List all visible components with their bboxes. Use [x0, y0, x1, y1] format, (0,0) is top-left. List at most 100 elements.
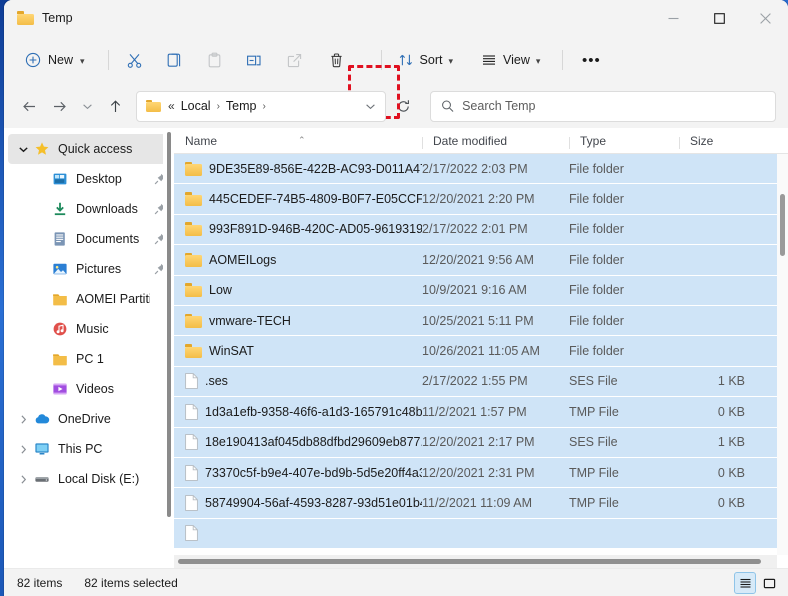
trash-icon [328, 52, 345, 69]
breadcrumb-list: « Local › Temp › [164, 99, 359, 113]
chevron-right-icon[interactable] [14, 434, 32, 464]
minimize-button[interactable] [650, 0, 696, 36]
file-list-hscrollbar-thumb[interactable] [178, 559, 761, 564]
back-button[interactable] [14, 91, 44, 121]
cell-date-modified: 10/25/2021 5:11 PM [422, 314, 569, 328]
command-bar: New ▾ [4, 36, 788, 84]
new-button[interactable]: New ▾ [16, 44, 96, 76]
twisty-placeholder [32, 224, 50, 254]
copy-button[interactable] [155, 44, 195, 76]
sidebar-item-label: Quick access [58, 142, 150, 156]
view-button[interactable]: View ▾ [473, 44, 548, 76]
delete-button[interactable] [317, 44, 357, 76]
sidebar-item-videos[interactable]: Videos [8, 374, 170, 404]
rename-icon [246, 52, 264, 69]
sidebar-item-label: OneDrive [58, 412, 150, 426]
sidebar-item-label: Videos [76, 382, 150, 396]
file-name: 445CEDEF-74B5-4809-B0F7-E05CCF797A9C [209, 192, 422, 206]
search-box[interactable] [430, 91, 776, 122]
see-more-button[interactable]: ••• [571, 44, 611, 76]
twisty-placeholder [32, 344, 50, 374]
sidebar-item-quick-access[interactable]: Quick access [8, 134, 170, 164]
folder-icon [50, 284, 70, 314]
table-row[interactable]: WinSAT10/26/2021 11:05 AMFile folder [174, 336, 788, 366]
cell-name [174, 525, 422, 541]
file-icon [185, 495, 198, 511]
sidebar-item-aomei-partition[interactable]: AOMEI Partition [8, 284, 170, 314]
breadcrumb[interactable]: « Local › Temp › [136, 91, 386, 122]
file-list-hscrollbar-track[interactable] [174, 555, 777, 568]
cell-name: AOMEILogs [174, 253, 422, 267]
chevron-down-icon[interactable] [14, 134, 32, 164]
table-row[interactable]: vmware-TECH10/25/2021 5:11 PMFile folder [174, 306, 788, 336]
column-header-size[interactable]: Size [679, 134, 767, 153]
table-row[interactable]: 993F891D-946B-420C-AD05-96193199AD...2/1… [174, 215, 788, 245]
refresh-button[interactable] [388, 91, 418, 121]
share-button[interactable] [275, 44, 315, 76]
breadcrumb-separator[interactable]: › [215, 101, 222, 112]
chevron-right-icon [18, 444, 29, 455]
maximize-button[interactable] [696, 0, 742, 36]
cell-name: 1d3a1efb-9358-46f6-a1d3-165791c48be8.... [174, 404, 422, 420]
large-icons-view-button[interactable] [758, 572, 780, 594]
up-button[interactable] [100, 91, 130, 121]
table-row[interactable]: 18e190413af045db88dfbd29609eb877.db....1… [174, 428, 788, 458]
cell-name: 445CEDEF-74B5-4809-B0F7-E05CCF797A9C [174, 192, 422, 206]
cell-date-modified: 10/9/2021 9:16 AM [422, 283, 569, 297]
search-icon [441, 99, 454, 113]
breadcrumb-item-local[interactable]: Local › [177, 99, 222, 113]
cell-date-modified: 2/17/2022 2:01 PM [422, 222, 569, 236]
navigation-scrollbar-track[interactable] [163, 128, 174, 568]
close-button[interactable] [742, 0, 788, 36]
forward-button[interactable] [44, 91, 74, 121]
address-dropdown-button[interactable] [359, 93, 381, 119]
breadcrumb-separator[interactable]: › [261, 101, 268, 112]
rename-button[interactable] [235, 44, 275, 76]
chevron-right-icon[interactable] [14, 404, 32, 434]
sidebar-item-local-disk-e[interactable]: Local Disk (E:) [8, 464, 170, 494]
breadcrumb-overflow[interactable]: « [164, 99, 177, 113]
file-name: AOMEILogs [209, 253, 276, 267]
recent-locations-button[interactable] [74, 91, 100, 121]
column-header-type[interactable]: Type [569, 134, 679, 153]
navigation-scrollbar-thumb[interactable] [167, 132, 171, 517]
sidebar-item-this-pc[interactable]: This PC [8, 434, 170, 464]
sidebar-item-onedrive[interactable]: OneDrive [8, 404, 170, 434]
sidebar-item-downloads[interactable]: Downloads [8, 194, 170, 224]
paste-button[interactable] [195, 44, 235, 76]
details-view-button[interactable] [734, 572, 756, 594]
window-controls [650, 0, 788, 36]
table-row[interactable] [174, 519, 788, 549]
sidebar-item-pc-1[interactable]: PC 1 [8, 344, 170, 374]
table-row[interactable]: 9DE35E89-856E-422B-AC93-D011A474698C2/17… [174, 154, 788, 184]
table-row[interactable]: 73370c5f-b9e4-407e-bd9b-5d5e20ff4a36....… [174, 458, 788, 488]
table-row[interactable]: 58749904-56af-4593-8287-93d51e01b450....… [174, 488, 788, 518]
list-lines-icon [481, 52, 497, 68]
cut-button[interactable] [115, 44, 155, 76]
file-list-scrollbar-track[interactable] [777, 154, 788, 555]
search-input[interactable] [462, 99, 765, 113]
folder-icon [185, 253, 202, 267]
sidebar-item-documents[interactable]: Documents [8, 224, 170, 254]
explorer-content: Quick access DesktopDownloadsDocumentsPic… [4, 128, 788, 568]
file-name: 58749904-56af-4593-8287-93d51e01b450.... [205, 496, 422, 510]
table-row[interactable]: AOMEILogs12/20/2021 9:56 AMFile folder [174, 245, 788, 275]
column-header-date-modified[interactable]: Date modified [422, 134, 569, 153]
cell-date-modified: 12/20/2021 9:56 AM [422, 253, 569, 267]
cell-type: File folder [569, 344, 679, 358]
table-row[interactable]: 1d3a1efb-9358-46f6-a1d3-165791c48be8....… [174, 397, 788, 427]
table-row[interactable]: Low10/9/2021 9:16 AMFile folder [174, 276, 788, 306]
window-tab[interactable]: Temp [4, 0, 73, 36]
table-row[interactable]: 445CEDEF-74B5-4809-B0F7-E05CCF797A9C12/2… [174, 184, 788, 214]
sidebar-item-music[interactable]: Music [8, 314, 170, 344]
file-list-scrollbar-thumb[interactable] [780, 194, 785, 256]
sidebar-item-desktop[interactable]: Desktop [8, 164, 170, 194]
file-icon [185, 495, 198, 511]
breadcrumb-item-temp[interactable]: Temp › [222, 99, 268, 113]
column-headers: ⌃ Name Date modified Type Size [174, 128, 788, 154]
column-header-name[interactable]: ⌃ Name [174, 134, 422, 153]
sort-button[interactable]: Sort ▾ [390, 44, 461, 76]
chevron-right-icon[interactable] [14, 464, 32, 494]
sidebar-item-pictures[interactable]: Pictures [8, 254, 170, 284]
table-row[interactable]: .ses2/17/2022 1:55 PMSES File1 KB [174, 367, 788, 397]
